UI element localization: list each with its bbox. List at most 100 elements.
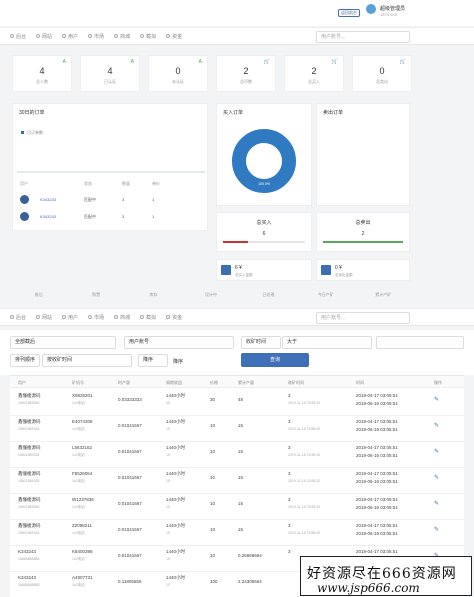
table-row[interactable]: 鑫懂梭源码 15821889334 E4074306 1x2电站 0.01041667 1… [10,415,464,442]
cell-cycle: 1440小时 [166,393,186,398]
cell-cycle: 1440小时 [166,419,186,424]
cell-total: 15 [238,423,244,428]
cell-code-sub: 1x2电站 [72,453,85,457]
nav-item-market[interactable]: 市场 [88,314,104,321]
stat-card-total-sell: 🛒 0 总卖出 [352,55,412,92]
cell-time2: 2019-06-16 03:05:51 [356,479,398,484]
nav-item-funds[interactable]: 资金 [166,314,182,321]
cell-cycle-sub: 15 [166,557,170,561]
category-select[interactable]: 全部截后 [10,336,116,349]
order-row[interactable]: K343243 匹配中 3 1 [12,193,200,207]
time-value-input[interactable] [376,336,464,349]
cell-rate: 0.01041667 [118,527,142,532]
nav-item-backend[interactable]: 后台 [10,33,26,40]
cell-user: 鑫懂梭源码 [18,471,41,476]
cell-collect-sub: 2019-11-15 23:59:32 [288,479,321,483]
edit-icon[interactable]: ✎ [434,448,439,455]
nav-item-market[interactable]: 市场 [88,33,104,40]
cell-collect-sub: 2019-11-15 23:59:32 [288,505,321,509]
nav-item-users[interactable]: 用户 [62,33,78,40]
cell-time1: 2019-04-17 03:05:51 [356,393,398,398]
cell-price: 30 [210,397,216,402]
search-input[interactable]: 用户账号... [316,312,410,324]
account-input[interactable]: 用户账号 [124,336,234,349]
edit-icon[interactable]: ✎ [434,526,439,533]
cell-cycle: 1440小时 [166,575,186,580]
table-row[interactable]: 鑫懂梭源码 15821889334 X9825201 1x2电站 0.03333333 1… [10,389,464,416]
user-icon: A [198,59,202,65]
cell-collect-sub: 2019-11-15 23:59:32 [288,401,321,405]
cell-code-sub: 1x2电站 [72,557,85,561]
edit-icon[interactable]: ✎ [434,500,439,507]
nav-item-backend[interactable]: 后台 [10,314,26,321]
edit-icon[interactable]: ✎ [434,422,439,429]
back-to-front-button[interactable]: 返回前台 [338,9,360,17]
stat-card-total-users: A 4 总人数 [12,55,72,92]
cell-collect: 3 [288,523,291,528]
watermark-banner: 好资源尽在666资源网 www.jsp666.com [300,556,472,596]
admin-id: 137XXXX [380,12,398,17]
cell-cycle-sub: 15 [166,453,170,457]
cell-collect-sub: 2019-11-15 23:59:32 [288,453,321,457]
summary-strip: 账后 购置 库存 设计中 已处理 今日产矿 累计产矿 [34,292,392,297]
table-row[interactable]: 鑫懂梭源码 15821889334 F5526054 1x2电站 0.01041667 1… [10,467,464,494]
cell-rate: 0.03333333 [118,397,142,402]
time-field-select[interactable]: 收矿时间 [241,336,281,349]
cell-code-sub: 1x2电站 [72,401,85,405]
table-row[interactable]: 鑫懂梭源码 15821889334 Z2098211 1x2电站 0.01041667 1… [10,519,464,546]
cell-price: 100 [210,579,218,584]
user-icon: A [130,59,134,65]
cell-collect: 3 [288,445,291,450]
cell-collect-sub: 2019-11-15 23:59:32 [288,531,321,535]
cell-collect: 3 [288,419,291,424]
cell-time2: 2019-06-16 03:05:51 [356,505,398,510]
query-button[interactable]: 查询 [241,353,309,367]
compare-select[interactable]: 大于 [282,336,372,349]
nav-item-site[interactable]: 网站 [36,314,52,321]
cell-rate: 0.01041667 [118,423,142,428]
donut-label: 100.0% [258,182,270,186]
table-row[interactable]: 鑫懂梭源码 15821889334 L5632162 1x2电站 0.01041667 1… [10,441,464,468]
nav-item-mall[interactable]: 商城 [114,33,130,40]
cell-code: A4807731 [72,575,93,580]
nav-item-mall[interactable]: 商城 [114,314,130,321]
cell-price: 10 [210,475,216,480]
cell-time1: 2019-04-17 03:05:51 [356,497,398,502]
avatar[interactable] [366,4,376,14]
nav-item-mining[interactable]: 截拟 [140,314,156,321]
sort-field-select[interactable]: 按收矿时间 [42,354,132,367]
cell-user: 鑫懂梭源码 [18,445,41,450]
cell-phone: 15821889334 [18,453,40,457]
total-buy-box: 总买入 6 [216,212,312,252]
cell-total: 15 [238,527,244,532]
cell-phone: 15821889334 [18,479,40,483]
cell-cycle: 1440小时 [166,497,186,502]
nav-item-mining[interactable]: 截拟 [140,33,156,40]
order-select[interactable]: 降序 [138,354,168,367]
cell-collect: 3 [288,497,291,502]
search-input[interactable]: 用户账号... [316,31,410,43]
edit-icon[interactable]: ✎ [434,396,439,403]
orders-table-header: 用户 状态 数量 单价 [20,181,160,186]
cell-time2: 2019-06-16 03:05:51 [356,401,398,406]
cell-collect: 3 [288,549,291,554]
order-row[interactable]: K343243 匹配中 3 1 [12,210,200,224]
cell-time2: 2019-06-16 03:05:51 [356,531,398,536]
edit-icon[interactable]: ✎ [434,474,439,481]
cell-user: K343243 [18,575,37,580]
buy-orders-panel: 买入订单 100.0% [216,103,312,206]
nav-item-users[interactable]: 用户 [62,314,78,321]
cell-price: 10 [210,449,216,454]
cell-rate: 0.01041667 [118,501,142,506]
legend-label: 日订单数 [27,130,43,135]
table-row[interactable]: 鑫懂梭源码 15821889334 W1237836 1x2电站 0.01041667 1… [10,493,464,520]
cell-price: 10 [210,553,216,558]
cell-price: 10 [210,527,216,532]
top-bar: 返回前台 超级管理员 137XXXX [0,0,474,26]
cell-time2: 2019-06-16 03:05:51 [356,453,398,458]
cell-code-sub: 1x2电站 [72,427,85,431]
cell-phone: 18888888888 [18,583,40,587]
nav-item-funds[interactable]: 资金 [166,33,182,40]
nav-item-site[interactable]: 网站 [36,33,52,40]
yen-icon [321,265,331,275]
